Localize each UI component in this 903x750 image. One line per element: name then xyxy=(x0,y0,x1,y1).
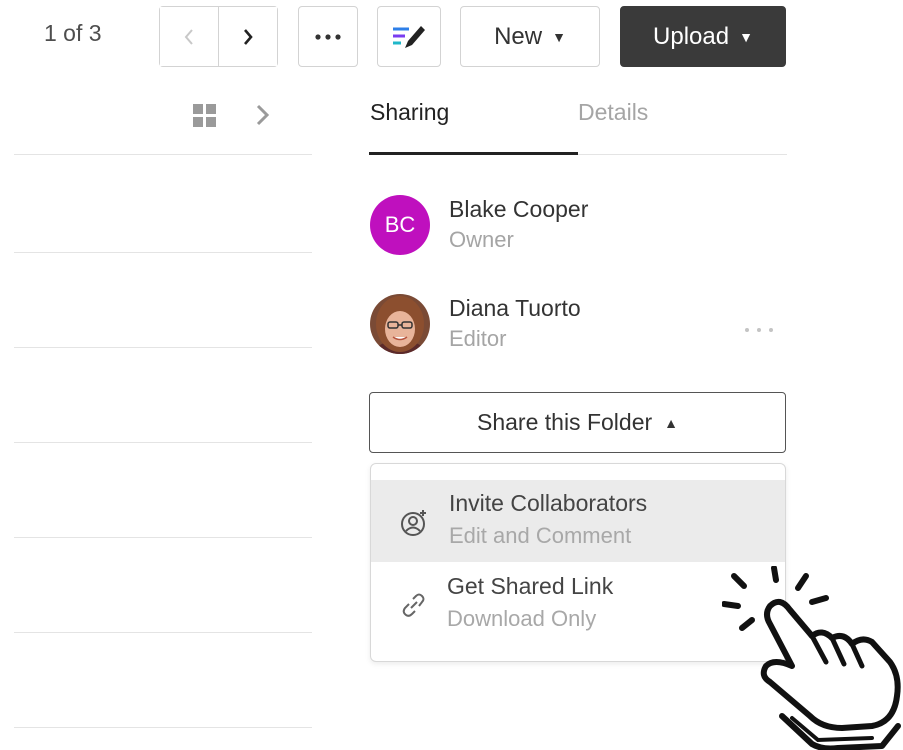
next-button[interactable] xyxy=(219,7,277,66)
upload-button[interactable]: Upload ▼ xyxy=(620,6,786,67)
more-options-button[interactable] xyxy=(298,6,358,67)
list-row-divider xyxy=(14,442,312,443)
avatar: BC xyxy=(370,195,430,255)
list-row-divider xyxy=(14,252,312,253)
collaborator-name: Blake Cooper xyxy=(449,196,589,222)
active-tab-indicator xyxy=(369,152,578,155)
pager-nav xyxy=(159,6,278,67)
tab-details[interactable]: Details xyxy=(578,99,648,126)
ellipsis-icon xyxy=(315,33,341,40)
pager-text: 1 of 3 xyxy=(44,20,102,46)
menu-item-subtitle: Download Only xyxy=(447,606,597,631)
chevron-right-icon xyxy=(244,28,253,45)
collaborator-more-button[interactable] xyxy=(743,318,775,339)
collaborator-role: Editor xyxy=(449,326,507,351)
share-folder-button[interactable]: Share this Folder ▲ xyxy=(369,392,786,453)
list-row-divider xyxy=(14,537,312,538)
menu-item-subtitle: Edit and Comment xyxy=(449,523,632,548)
chevron-right-icon[interactable] xyxy=(253,102,273,128)
link-icon xyxy=(402,593,425,617)
prev-button[interactable] xyxy=(160,7,219,66)
list-row-divider xyxy=(14,727,312,728)
avatar xyxy=(370,294,430,354)
ellipsis-icon xyxy=(745,328,773,332)
menu-item-invite-collaborators[interactable]: Invite Collaborators Edit and Comment xyxy=(371,480,785,562)
menu-item-title: Get Shared Link xyxy=(447,573,614,599)
list-row-divider xyxy=(14,632,312,633)
caret-down-icon: ▼ xyxy=(552,28,566,45)
menu-item-title: Invite Collaborators xyxy=(449,490,648,516)
grid-view-icon[interactable] xyxy=(193,104,216,127)
collaborator-role: Owner xyxy=(449,227,514,252)
tab-sharing[interactable]: Sharing xyxy=(370,99,449,126)
upload-button-label: Upload xyxy=(653,22,730,50)
caret-down-icon: ▼ xyxy=(739,28,753,45)
collaborator-name: Diana Tuorto xyxy=(449,295,581,321)
new-button[interactable]: New ▼ xyxy=(460,6,600,67)
tap-hand-icon xyxy=(722,566,901,750)
chevron-left-icon xyxy=(184,28,193,45)
annotate-button[interactable] xyxy=(377,6,441,67)
annotate-pen-icon xyxy=(393,25,425,48)
share-folder-label: Share this Folder xyxy=(477,409,653,435)
new-button-label: New xyxy=(494,22,543,50)
invite-user-icon xyxy=(401,510,426,536)
caret-up-icon: ▲ xyxy=(664,414,678,431)
list-row-divider xyxy=(14,154,312,155)
list-row-divider xyxy=(14,347,312,348)
